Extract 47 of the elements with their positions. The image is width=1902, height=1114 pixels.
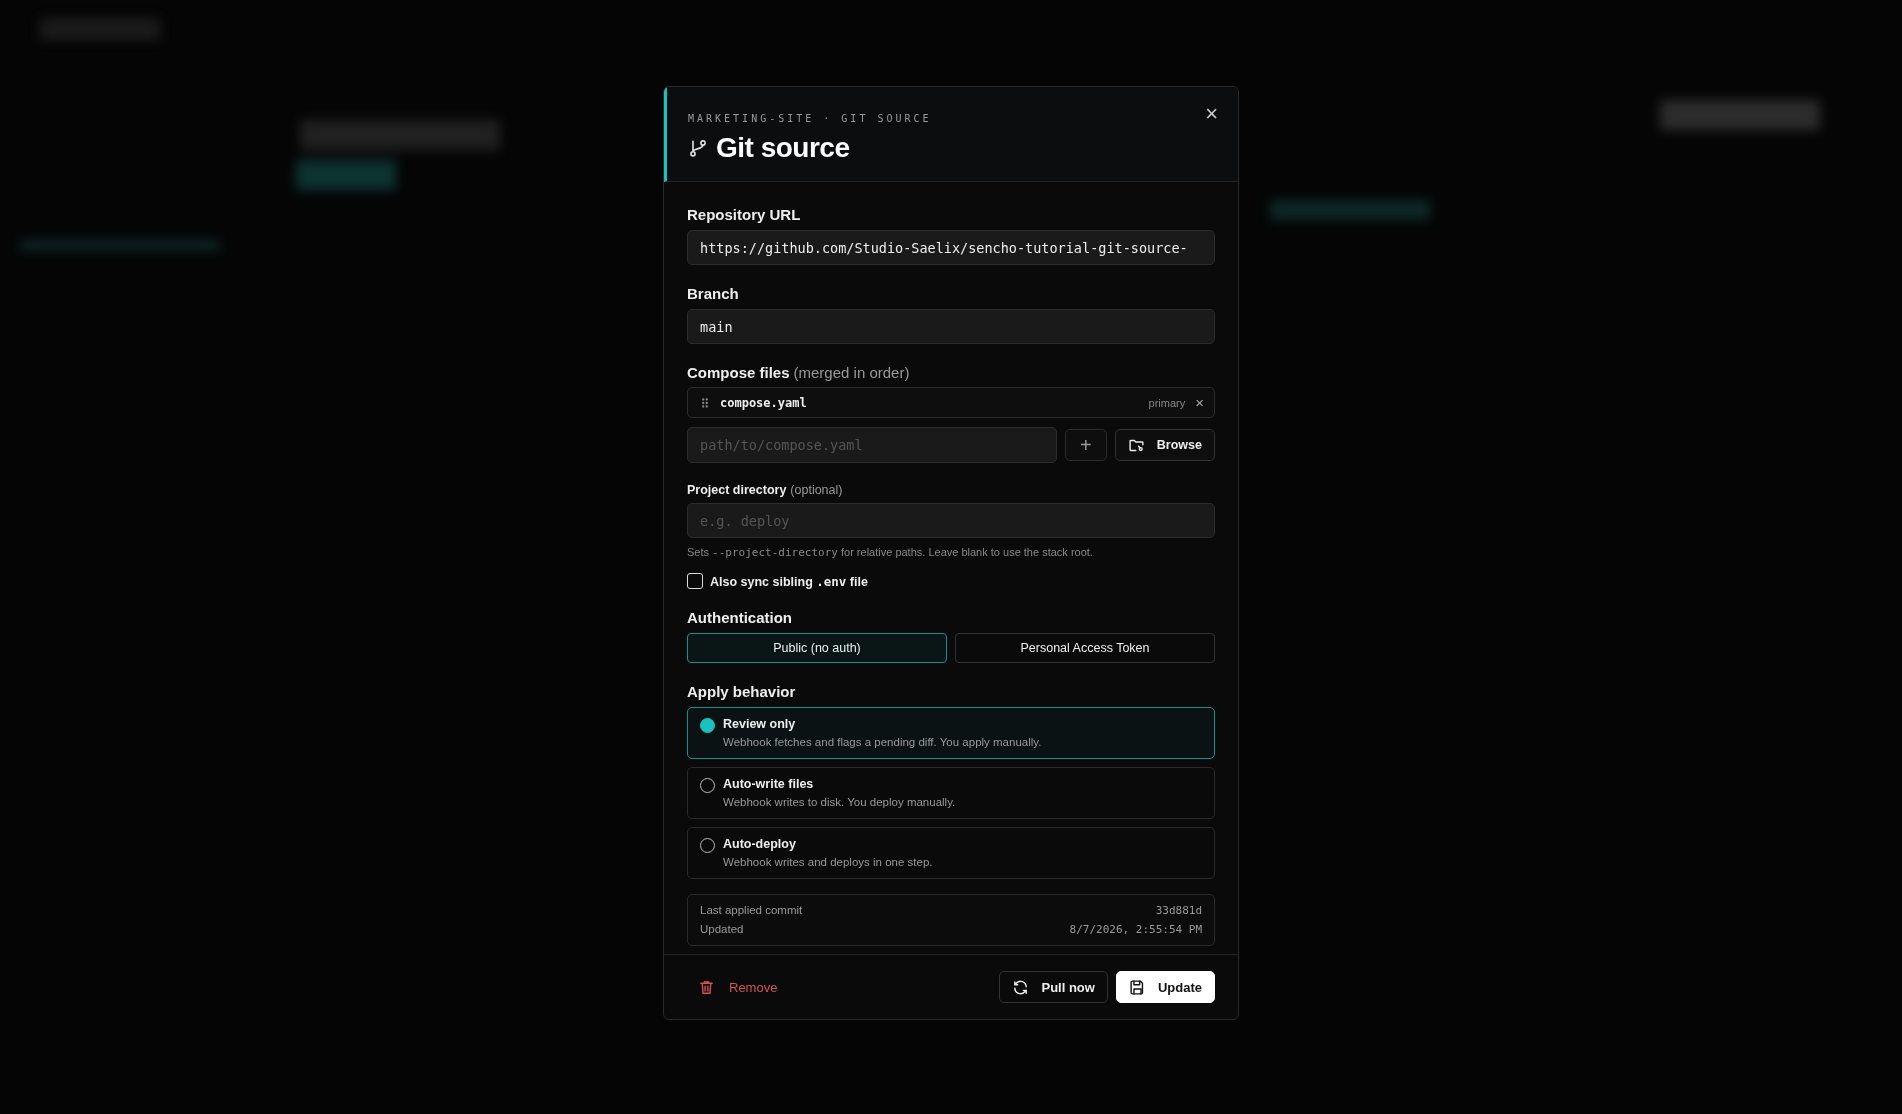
update-button[interactable]: Update xyxy=(1115,971,1215,1003)
checkbox[interactable] xyxy=(687,573,703,589)
checkbox-label: Also sync sibling .env file xyxy=(710,573,868,589)
field-label: Project directory xyxy=(687,483,787,497)
pull-now-button[interactable]: Pull now xyxy=(999,971,1108,1003)
radio-option[interactable]: Auto-deploy Webhook writes and deploys in one step. xyxy=(687,827,1215,879)
radio-option[interactable]: Review only Webhook fetches and flags a pending diff. You apply manually. xyxy=(687,707,1215,759)
branch-icon xyxy=(688,138,708,158)
option-title: Auto-deploy xyxy=(723,837,797,851)
help-text: Sets --project-directory for relative paths. Leave blank to use the stack root. xyxy=(687,546,1094,559)
file-name: compose.yaml xyxy=(720,395,808,410)
field-label: Compose files xyxy=(687,364,790,381)
radio-option[interactable]: Auto-write files Webhook writes to disk. You deploy manually. xyxy=(687,767,1215,819)
info-label: Updated xyxy=(700,923,744,936)
info-value: 8/7/2026, 2:55:54 PM xyxy=(1069,923,1202,936)
field-label: Branch xyxy=(687,285,739,302)
remove-file-button[interactable]: × xyxy=(1193,395,1206,410)
browse-button[interactable]: Browse xyxy=(1114,429,1215,461)
add-button[interactable]: + xyxy=(1064,429,1107,461)
option-title: Review only xyxy=(723,717,797,731)
dialog-breadcrumb: MARKETING-SITE · GIT SOURCE xyxy=(688,113,933,124)
remove-button[interactable]: Remove xyxy=(698,978,778,996)
dialog-title: Git source xyxy=(716,132,850,164)
field-label: Authentication xyxy=(687,609,792,626)
info-value: 33d881d xyxy=(1155,904,1202,917)
option-description: Webhook fetches and flags a pending diff. You apply manually. xyxy=(723,736,1042,748)
option-title: Auto-write files xyxy=(723,777,815,791)
primary-tag: primary xyxy=(1148,396,1186,409)
project-directory-field[interactable]: e.g. deploy xyxy=(687,503,1215,538)
save-icon xyxy=(1128,978,1146,996)
field-label: Repository URL xyxy=(687,206,801,223)
radio-button[interactable] xyxy=(700,718,715,733)
auth-option[interactable]: Public (no auth) xyxy=(687,633,947,663)
trash-icon xyxy=(698,978,715,996)
option-description: Webhook writes and deploys in one step. xyxy=(723,856,933,868)
field-label: Apply behavior xyxy=(687,683,796,700)
field-note: (optional) xyxy=(790,483,843,497)
compose-file-row[interactable]: compose.yaml primary × xyxy=(687,387,1215,418)
info-label: Last applied commit xyxy=(700,904,803,917)
refresh-icon xyxy=(1012,978,1030,996)
option-description: Webhook writes to disk. You deploy manually. xyxy=(723,796,956,808)
close-button[interactable]: × xyxy=(1201,101,1222,127)
branch-field[interactable]: main xyxy=(687,309,1215,344)
url-field[interactable]: https://github.com/Studio-Saelix/sencho-tutorial-git-source- xyxy=(687,230,1215,265)
field-note: (merged in order) xyxy=(793,364,910,381)
auth-option[interactable]: Personal Access Token xyxy=(955,633,1215,663)
compose-path-field[interactable]: path/to/compose.yaml xyxy=(687,427,1057,463)
